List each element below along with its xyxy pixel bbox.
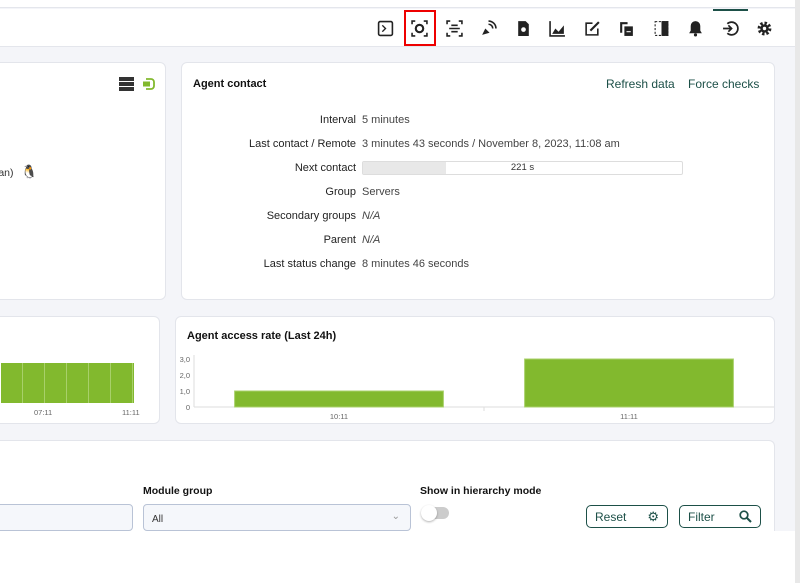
access-rate-card: Agent access rate (Last 24h) 0 1,0 2,0 3,0 1…	[175, 316, 775, 424]
agent-status-icon	[143, 78, 155, 90]
chart-bar	[1, 363, 134, 403]
module-group-select[interactable]: All ⌄	[143, 504, 411, 531]
row-last-contact: Last contact / Remote 3 minutes 43 second…	[249, 138, 620, 150]
os-version-text: ian)	[0, 167, 14, 179]
left-chart-card: 07:11 11:11	[0, 316, 160, 424]
x-tick: 11:11	[620, 412, 638, 421]
access-rate-svg: 0 1,0 2,0 3,0 10:11 11:11	[180, 355, 774, 421]
linux-icon: 🐧	[21, 164, 38, 179]
force-checks-link[interactable]: Force checks	[688, 77, 759, 91]
x-tick: 10:11	[330, 412, 348, 421]
shield-file-icon[interactable]	[506, 9, 541, 47]
top-strip	[0, 0, 800, 8]
x-tick: 11:11	[122, 408, 140, 417]
y-tick: 2,0	[180, 371, 190, 380]
reset-button[interactable]: Reset ⚙	[586, 505, 668, 528]
search-icon	[739, 510, 752, 523]
x-tick: 07:11	[34, 408, 53, 417]
search-input[interactable]	[0, 504, 133, 531]
agent-contact-card: Agent contact Refresh data Force checks …	[181, 62, 775, 300]
copy-icon[interactable]	[610, 9, 645, 47]
y-tick: 3,0	[180, 355, 190, 364]
edit-icon[interactable]	[575, 9, 610, 47]
eye-target-icon[interactable]	[403, 9, 438, 47]
next-contact-progress: 221 s	[362, 161, 683, 175]
row-secondary-groups: Secondary groups N/A	[266, 210, 381, 222]
refresh-data-link[interactable]: Refresh data	[606, 77, 675, 91]
gear-icon[interactable]	[748, 9, 783, 47]
module-group-label: Module group	[143, 485, 213, 497]
filters-card: Module group All ⌄ Show in hierarchy mode…	[0, 440, 775, 540]
chart-bar	[234, 390, 444, 408]
y-tick: 1,0	[180, 387, 190, 396]
server-icon	[119, 77, 134, 91]
gear-icon: ⚙	[647, 508, 659, 524]
chevron-down-icon: ⌄	[391, 511, 400, 522]
toolbar	[368, 9, 782, 47]
hierarchy-toggle[interactable]	[421, 505, 449, 521]
scrollbar[interactable]	[795, 0, 800, 583]
agent-info-card: ian) 🐧	[0, 62, 166, 300]
split-panel-icon[interactable]	[644, 9, 679, 47]
agent-contact-title: Agent contact	[193, 78, 267, 90]
y-tick: 0	[186, 403, 190, 412]
row-next-contact: Next contact 221 s	[182, 160, 772, 176]
terminal-icon[interactable]	[368, 9, 403, 47]
row-group: Group Servers	[325, 186, 400, 198]
chart-bar	[524, 358, 734, 408]
row-interval: Interval 5 minutes	[319, 114, 410, 126]
filter-button[interactable]: Filter	[679, 505, 761, 528]
row-last-status-change: Last status change 8 minutes 46 seconds	[263, 258, 470, 270]
bell-icon[interactable]	[679, 9, 714, 47]
row-parent: Parent N/A	[323, 234, 381, 246]
hierarchy-label: Show in hierarchy mode	[420, 485, 542, 497]
scan-icon[interactable]	[437, 9, 472, 47]
area-chart-icon[interactable]	[541, 9, 576, 47]
satellite-dish-icon[interactable]	[472, 9, 507, 47]
page-bottom	[0, 531, 795, 583]
login-icon[interactable]	[713, 9, 748, 47]
